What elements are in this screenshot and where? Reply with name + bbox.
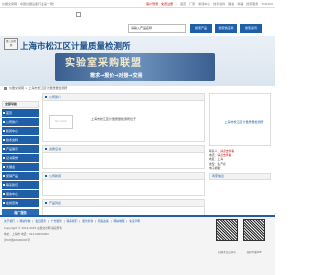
nav-item-label: 证书荣誉: [6, 156, 19, 160]
home-icon: [4, 86, 7, 90]
nav-item-promo[interactable]: 促销产品: [2, 172, 39, 180]
top-bar: 仪器交易网 - 中国仪器设备行业第一网！ 客户登录 免费注册 | 首页 厂家 新…: [0, 0, 275, 8]
divider: |: [176, 1, 178, 6]
company-card: 上海市松江区计量质量检测所: [209, 93, 271, 146]
search-service-link[interactable]: 搜索服务: [246, 2, 258, 6]
footer-link[interactable]: 关于我们: [4, 219, 15, 223]
about-body: NO LOGO 上海市松江区计量质量检测所位于: [43, 101, 204, 141]
section-title: 产品列表: [43, 200, 204, 207]
company-info: 联系人：请点击查看 电话：请点击查看 地区：上海 类型：生产商 电子邮箱：: [209, 149, 271, 170]
bullet-icon: [3, 112, 5, 114]
bullet-icon: [3, 202, 5, 204]
section-title: 公司新闻: [43, 173, 204, 180]
nav-item-label: 首页: [6, 111, 13, 115]
footer-link[interactable]: 隐私政策: [98, 219, 109, 223]
nav-item-label: 产品展示: [6, 147, 19, 151]
nav-item-label: 在线咨询: [6, 201, 19, 205]
company-logo: 第三方检测: [4, 38, 18, 50]
nav-item-label: 技术资料: [6, 138, 19, 142]
company-title: 上海市松江区计量质量检测所: [20, 42, 131, 52]
news-link[interactable]: 新闻中心: [198, 2, 210, 6]
section-title: 公司简介: [43, 94, 204, 101]
bullet-icon: [3, 148, 5, 150]
search-input[interactable]: 请输入产品名称: [128, 24, 186, 33]
footer-link[interactable]: 会员服务: [35, 219, 46, 223]
shop-link[interactable]: 商铺: [237, 2, 243, 6]
qr-code-wechat: [216, 219, 238, 241]
bullet-icon: [3, 166, 5, 168]
more-info-header: 商家信息: [209, 173, 271, 181]
search-product-button[interactable]: 搜索产品: [190, 24, 212, 33]
footer-link[interactable]: 网站地图: [114, 219, 125, 223]
footer-link[interactable]: 联系我们: [67, 219, 78, 223]
bullet-icon: [3, 130, 5, 132]
bullet-icon: [3, 184, 5, 186]
section-body: [43, 153, 204, 168]
section-title: 资质证书: [43, 146, 204, 153]
intro-text[interactable]: 上海市松江区计量质量检测所位于: [91, 117, 136, 121]
left-nav: 全部导航 首页 公司简介 新闻中心 技术资料 产品展示 证书荣誉 大展会 促销产…: [2, 101, 39, 217]
company-banner: 第三方检测 上海市松江区计量质量检测所 实验室采购联盟 需求→报价→对接→交易: [0, 36, 275, 86]
no-logo-placeholder: NO LOGO: [49, 115, 73, 129]
manufacturer-link[interactable]: 厂家: [189, 2, 195, 6]
nav-item-certs[interactable]: 证书荣誉: [2, 154, 39, 162]
search-news-button[interactable]: 搜索资讯: [240, 24, 262, 33]
about-section: 公司简介 NO LOGO 上海市松江区计量质量检测所位于: [42, 93, 205, 142]
footer-link[interactable]: 服务条款: [82, 219, 93, 223]
nav-item-contact[interactable]: 联系我们: [2, 181, 39, 189]
email-row: 电子邮箱：: [209, 165, 223, 170]
nav-item-consult[interactable]: 在线咨询: [2, 199, 39, 207]
qr-code-app: [243, 219, 265, 241]
bullet-icon: [3, 193, 5, 195]
nav-header: 全部导航: [2, 101, 39, 108]
top-links: 客户登录 免费注册 | 首页 厂家 新闻中心 技术资料 展会 商铺 搜索服务 T…: [146, 2, 273, 6]
nav-item-about[interactable]: 公司简介: [2, 118, 39, 126]
nav-item-label: 公司简介: [6, 120, 19, 124]
home-link[interactable]: 首页: [180, 2, 186, 6]
qr-caption: 扫码关注公众号: [218, 251, 236, 254]
footer-link[interactable]: 免责声明: [129, 219, 140, 223]
footer-link[interactable]: 网站导航: [20, 219, 31, 223]
top100-link[interactable]: TOP100: [261, 2, 273, 6]
banner-slogan: 实验室采购联盟: [65, 58, 142, 69]
footer: 关于我们 | 网站导航 | 会员服务 | 广告服务 | 联系我们 | 服务条款 | 隐私政策…: [0, 215, 275, 275]
nav-item-tech[interactable]: 技术资料: [2, 136, 39, 144]
search-supplier-button[interactable]: 搜索供应商: [215, 24, 237, 33]
register-link[interactable]: 免费注册: [161, 2, 173, 6]
nav-item-expo[interactable]: 大展会: [2, 163, 39, 171]
nav-item-label: 促销产品: [6, 174, 19, 178]
bullet-icon: [3, 139, 5, 141]
bullet-icon: [3, 121, 5, 123]
site-tagline: 仪器交易网 - 中国仪器设备行业第一网！: [2, 1, 56, 6]
site-logo[interactable]: [76, 12, 81, 17]
right-panel: 上海市松江区计量质量检测所 联系人：请点击查看 电话：请点击查看 地区：上海 类…: [209, 93, 271, 181]
expo-link[interactable]: 展会: [228, 2, 234, 6]
company-card-name[interactable]: 上海市松江区计量质量检测所: [224, 120, 264, 124]
nav-item-message[interactable]: 留言中心: [2, 190, 39, 198]
bullet-icon: [3, 157, 5, 159]
nav-item-products[interactable]: 产品展示: [2, 145, 39, 153]
banner-tagline: 需求→报价→对接→交易: [90, 73, 143, 79]
header: 请输入产品名称 搜索产品 搜索供应商 搜索资讯: [0, 8, 275, 33]
nav-item-label: 新闻中心: [6, 129, 19, 133]
tech-link[interactable]: 技术资料: [213, 2, 225, 6]
news-section: 公司新闻: [42, 172, 205, 196]
nav-item-home[interactable]: 首页: [2, 109, 39, 117]
section-body: [43, 180, 204, 195]
breadcrumb: 仪器交易网 > 上海市松江区计量质量检测所: [4, 86, 67, 90]
certs-section: 资质证书: [42, 145, 205, 169]
breadcrumb-text[interactable]: 仪器交易网 > 上海市松江区计量质量检测所: [9, 86, 67, 90]
bullet-icon: [3, 175, 5, 177]
footer-link[interactable]: 广告服务: [51, 219, 62, 223]
nav-item-label: 大展会: [6, 165, 16, 169]
main-content: 公司简介 NO LOGO 上海市松江区计量质量检测所位于 资质证书 公司新闻 产…: [42, 93, 205, 226]
nav-item-label: 留言中心: [6, 192, 19, 196]
nav-item-news[interactable]: 新闻中心: [2, 127, 39, 135]
login-link[interactable]: 客户登录: [146, 2, 158, 6]
qr-caption: 扫码下载APP: [246, 251, 262, 254]
nav-item-label: 联系我们: [6, 183, 19, 187]
